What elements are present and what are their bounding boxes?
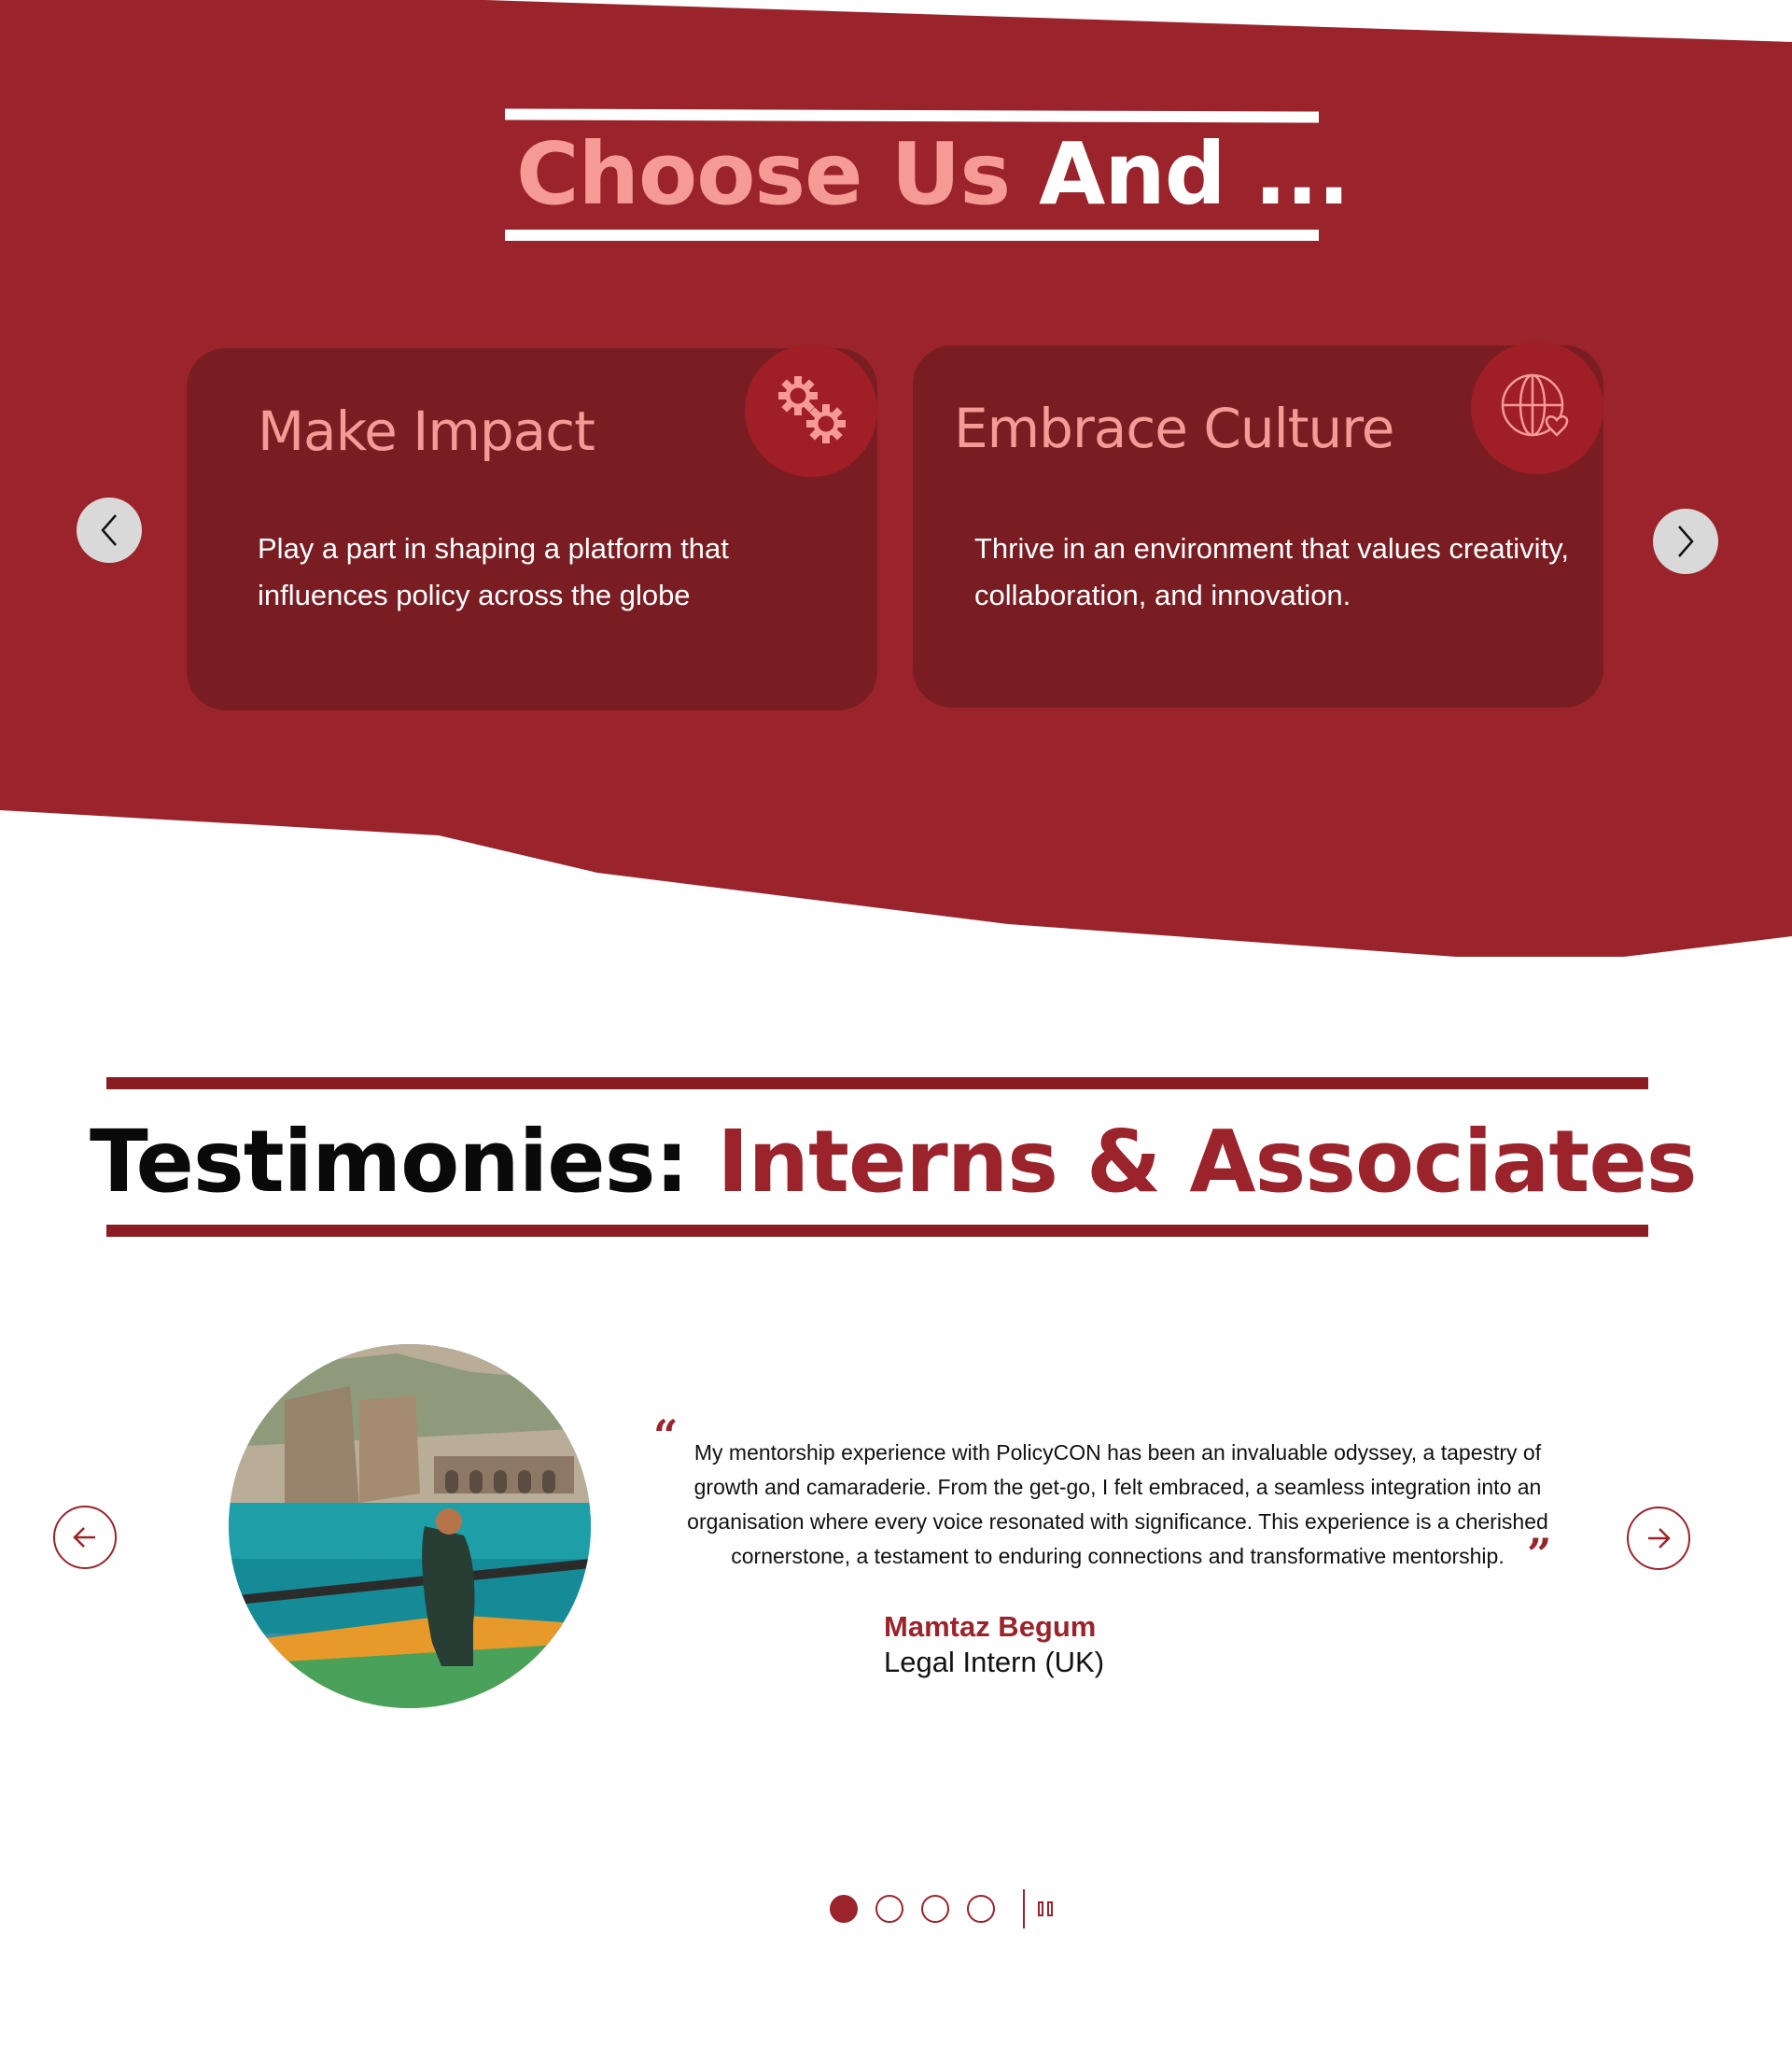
testimony-photo bbox=[229, 1344, 591, 1708]
card-title: Make Impact bbox=[258, 400, 595, 463]
testimony-prev-button[interactable] bbox=[53, 1506, 117, 1569]
slide-dot-2[interactable] bbox=[875, 1895, 903, 1923]
chevron-right-icon bbox=[1678, 526, 1694, 557]
card-description: Play a part in shaping a platform that i… bbox=[258, 532, 729, 611]
choose-title-plain: And ... bbox=[1039, 124, 1350, 224]
choose-section-title: Choose Us And ... bbox=[505, 108, 1351, 246]
carousel-prev-button[interactable] bbox=[77, 498, 142, 563]
choose-title-text: Choose Us And ... bbox=[516, 123, 1351, 226]
slide-dot-1[interactable] bbox=[830, 1895, 858, 1923]
title-rule-bottom bbox=[505, 230, 1319, 241]
reason-card-make-impact: Make Impact Play a part in shaping a pla… bbox=[187, 344, 877, 710]
card-title: Embrace Culture bbox=[954, 397, 1394, 460]
pagination-divider bbox=[1023, 1889, 1025, 1928]
testimony-photo-image bbox=[229, 1344, 591, 1708]
title-rule-bottom bbox=[106, 1225, 1648, 1237]
card-description: Thrive in an environment that values cre… bbox=[974, 532, 1569, 611]
card-icon-badge bbox=[1471, 342, 1603, 474]
card-icon-badge bbox=[745, 344, 877, 477]
carousel-next-button[interactable] bbox=[1653, 509, 1718, 574]
testimony-author-name: Mamtaz Begum bbox=[884, 1610, 1097, 1643]
testimonies-title-red: Interns & Associates bbox=[717, 1112, 1697, 1212]
testimonies-section-title: Testimonies: Interns & Associates bbox=[90, 1073, 1698, 1241]
reason-card-embrace-culture: Embrace Culture Thrive in an environment… bbox=[913, 342, 1603, 708]
pause-icon[interactable] bbox=[1038, 1900, 1053, 1918]
choose-title-accent: Choose Us bbox=[516, 124, 1011, 224]
gears-icon bbox=[778, 376, 846, 443]
slide-dot-3[interactable] bbox=[921, 1895, 949, 1923]
testimonies-title-dark: Testimonies: bbox=[90, 1112, 689, 1212]
slide-dot-4[interactable] bbox=[967, 1895, 995, 1923]
testimony-author-role: Legal Intern (UK) bbox=[884, 1646, 1105, 1678]
title-rule-top bbox=[505, 108, 1319, 123]
chevron-left-icon bbox=[101, 514, 117, 546]
testimonies-title-text: Testimonies: Interns & Associates bbox=[90, 1111, 1698, 1213]
slide-pagination bbox=[830, 1889, 1053, 1928]
arrow-left-icon bbox=[73, 1527, 95, 1548]
title-rule-top bbox=[106, 1077, 1648, 1089]
close-quote-icon: ” bbox=[1527, 1529, 1552, 1579]
testimony-next-button[interactable] bbox=[1627, 1507, 1690, 1570]
arrow-right-icon bbox=[1648, 1528, 1671, 1549]
globe-heart-icon bbox=[1501, 373, 1569, 437]
testimony-quote: My mentorship experience with PolicyCON … bbox=[687, 1440, 1548, 1568]
